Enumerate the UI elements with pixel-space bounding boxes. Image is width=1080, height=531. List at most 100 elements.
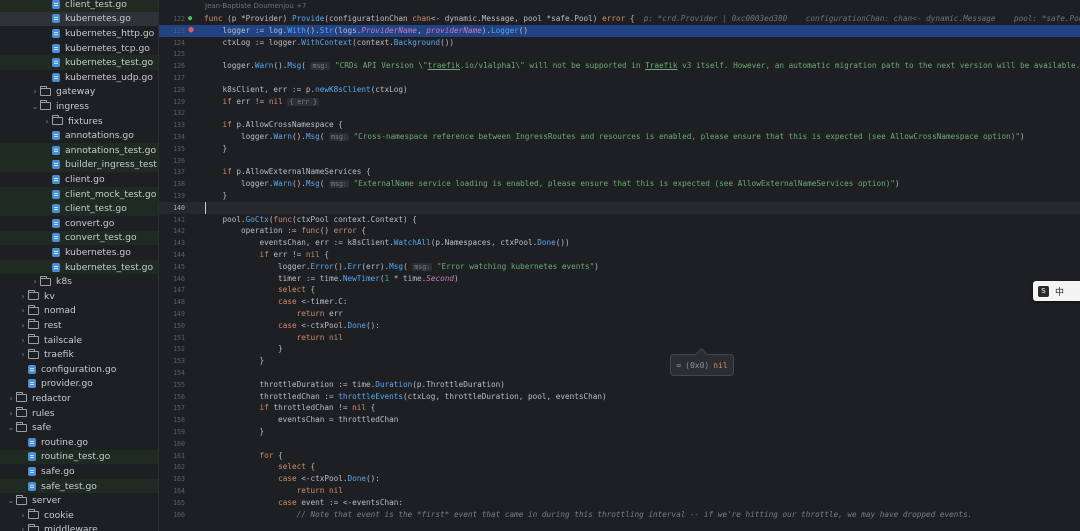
code-line[interactable]: 164 return nil [159,485,1080,497]
line-number[interactable]: 156 [159,393,185,401]
line-number[interactable]: 153 [159,357,185,365]
code-text[interactable]: case <-ctxPool.Done(): [204,320,380,332]
tree-file[interactable]: routine.go [0,435,158,450]
line-number[interactable]: 149 [159,310,185,318]
chevron-right-icon[interactable]: › [30,277,40,286]
ime-language[interactable]: 中 [1055,285,1064,298]
code-text[interactable]: eventsChan = throttledChan [204,414,398,426]
code-line[interactable]: 156 throttledChan := throttleEvents(ctxL… [159,391,1080,403]
line-number[interactable]: 134 [159,133,185,141]
code-line[interactable]: 155 throttleDuration := time.Duration(p.… [159,379,1080,391]
tree-file[interactable]: client.go [0,172,158,187]
tree-folder[interactable]: › middleware [0,523,158,531]
code-text[interactable]: case <-ctxPool.Done(): [204,473,380,485]
code-text[interactable]: ctxLog := logger.WithContext(context.Bac… [204,37,454,49]
code-line[interactable]: 158 eventsChan = throttledChan [159,414,1080,426]
code-line[interactable]: 136 [159,155,1080,167]
tree-file[interactable]: configuration.go [0,362,158,377]
code-text[interactable]: if err != nil { [204,249,329,261]
tree-file[interactable]: convert.go [0,216,158,231]
code-text[interactable]: if throttledChan != nil { [204,402,376,414]
line-number[interactable]: 142 [159,227,185,235]
chevron-down-icon[interactable]: ⌄ [30,102,40,111]
tree-file[interactable]: kubernetes_test.go [0,259,158,275]
line-number[interactable]: 123 [159,27,185,35]
tree-file[interactable]: annotations.go [0,128,158,143]
code-text[interactable]: operation := func() error { [204,225,366,237]
line-number[interactable]: 164 [159,487,185,495]
code-line[interactable]: 148 case <-timer.C: [159,296,1080,308]
tree-file[interactable]: safe_test.go [0,478,158,494]
line-number[interactable]: 159 [159,428,185,436]
code-line[interactable]: 147 select { [159,284,1080,296]
chevron-right-icon[interactable]: › [18,336,28,345]
line-number[interactable]: 140 [159,204,185,212]
code-text[interactable]: if p.AllowExternalNameServices { [204,166,371,178]
line-number[interactable]: 127 [159,74,185,82]
code-line[interactable]: 144 if err != nil { [159,249,1080,261]
code-line[interactable]: 124 ctxLog := logger.WithContext(context… [159,37,1080,49]
line-number[interactable]: 150 [159,322,185,330]
breakpoint-icon[interactable]: ⬢ [188,26,194,34]
code-line[interactable]: 154 [159,367,1080,379]
line-number[interactable]: 124 [159,39,185,47]
tree-file[interactable]: builder_ingress_test.go [0,157,158,173]
code-line[interactable]: 132 [159,107,1080,119]
code-text[interactable]: case event := <-eventsChan: [204,497,403,509]
code-text[interactable]: return nil [204,332,343,344]
tree-folder[interactable]: › rules [0,406,158,421]
chevron-right-icon[interactable]: › [6,394,16,403]
tree-file[interactable]: routine_test.go [0,449,158,465]
code-text[interactable]: } [204,355,265,367]
tree-file[interactable]: annotations_test.go [0,143,158,158]
code-text[interactable]: // Note that event is the *first* event … [204,509,973,521]
code-text[interactable]: select { [204,461,315,473]
tree-folder[interactable]: › k8s [0,274,158,289]
line-number[interactable]: 135 [159,145,185,153]
code-text[interactable]: return err [204,308,343,320]
code-line[interactable]: 149 return err [159,308,1080,320]
line-number[interactable]: 139 [159,192,185,200]
line-number[interactable]: 125 [159,50,185,58]
line-number[interactable]: 163 [159,475,185,483]
line-number[interactable]: 136 [159,157,185,165]
tree-folder[interactable]: › nomad [0,304,158,319]
tree-file[interactable]: kubernetes.go [0,11,158,27]
tree-file[interactable]: kubernetes.go [0,245,158,260]
line-number[interactable]: 158 [159,416,185,424]
code-line[interactable]: 153 } [159,355,1080,367]
line-number[interactable]: 157 [159,404,185,412]
code-text[interactable]: eventsChan, err := k8sClient.WatchAll(p.… [204,237,570,249]
line-number[interactable]: 147 [159,286,185,294]
chevron-right-icon[interactable]: › [18,306,28,315]
line-number[interactable]: 138 [159,180,185,188]
tree-folder[interactable]: › traefik [0,347,158,362]
tree-folder[interactable]: › kv [0,289,158,304]
chevron-right-icon[interactable]: › [18,511,28,520]
code-line[interactable]: 161 for { [159,450,1080,462]
code-text[interactable]: return nil [204,485,343,497]
code-text[interactable]: throttledChan := throttleEvents(ctxLog, … [204,391,607,403]
code-line[interactable]: 152 } [159,343,1080,355]
line-number[interactable]: 152 [159,345,185,353]
code-text[interactable]: } [204,190,228,202]
code-line[interactable]: 141 pool.GoCtx(func(ctxPool context.Cont… [159,214,1080,226]
code-line[interactable]: 166 // Note that event is the *first* ev… [159,509,1080,521]
code-text[interactable]: } [204,343,283,355]
code-line[interactable]: 145 logger.Error().Err(err).Msg( msg: "E… [159,261,1080,273]
line-number[interactable]: 133 [159,121,185,129]
line-number[interactable]: 155 [159,381,185,389]
code-text[interactable]: k8sClient, err := p.newK8sClient(ctxLog) [204,84,408,96]
code-line[interactable]: 128 k8sClient, err := p.newK8sClient(ctx… [159,84,1080,96]
code-text[interactable]: } [204,143,228,155]
code-line[interactable]: 126 logger.Warn().Msg( msg: "CRDs API Ve… [159,60,1080,72]
tree-folder[interactable]: › fixtures [0,114,158,129]
line-number[interactable]: 137 [159,168,185,176]
tree-folder[interactable]: › tailscale [0,333,158,348]
tree-file[interactable]: provider.go [0,377,158,392]
code-text[interactable]: timer := time.NewTimer(1 * time.Second) [204,273,459,285]
line-number[interactable]: 166 [159,511,185,519]
line-number[interactable]: 162 [159,463,185,471]
tree-file[interactable]: kubernetes_test.go [0,55,158,70]
line-number[interactable]: 146 [159,275,185,283]
